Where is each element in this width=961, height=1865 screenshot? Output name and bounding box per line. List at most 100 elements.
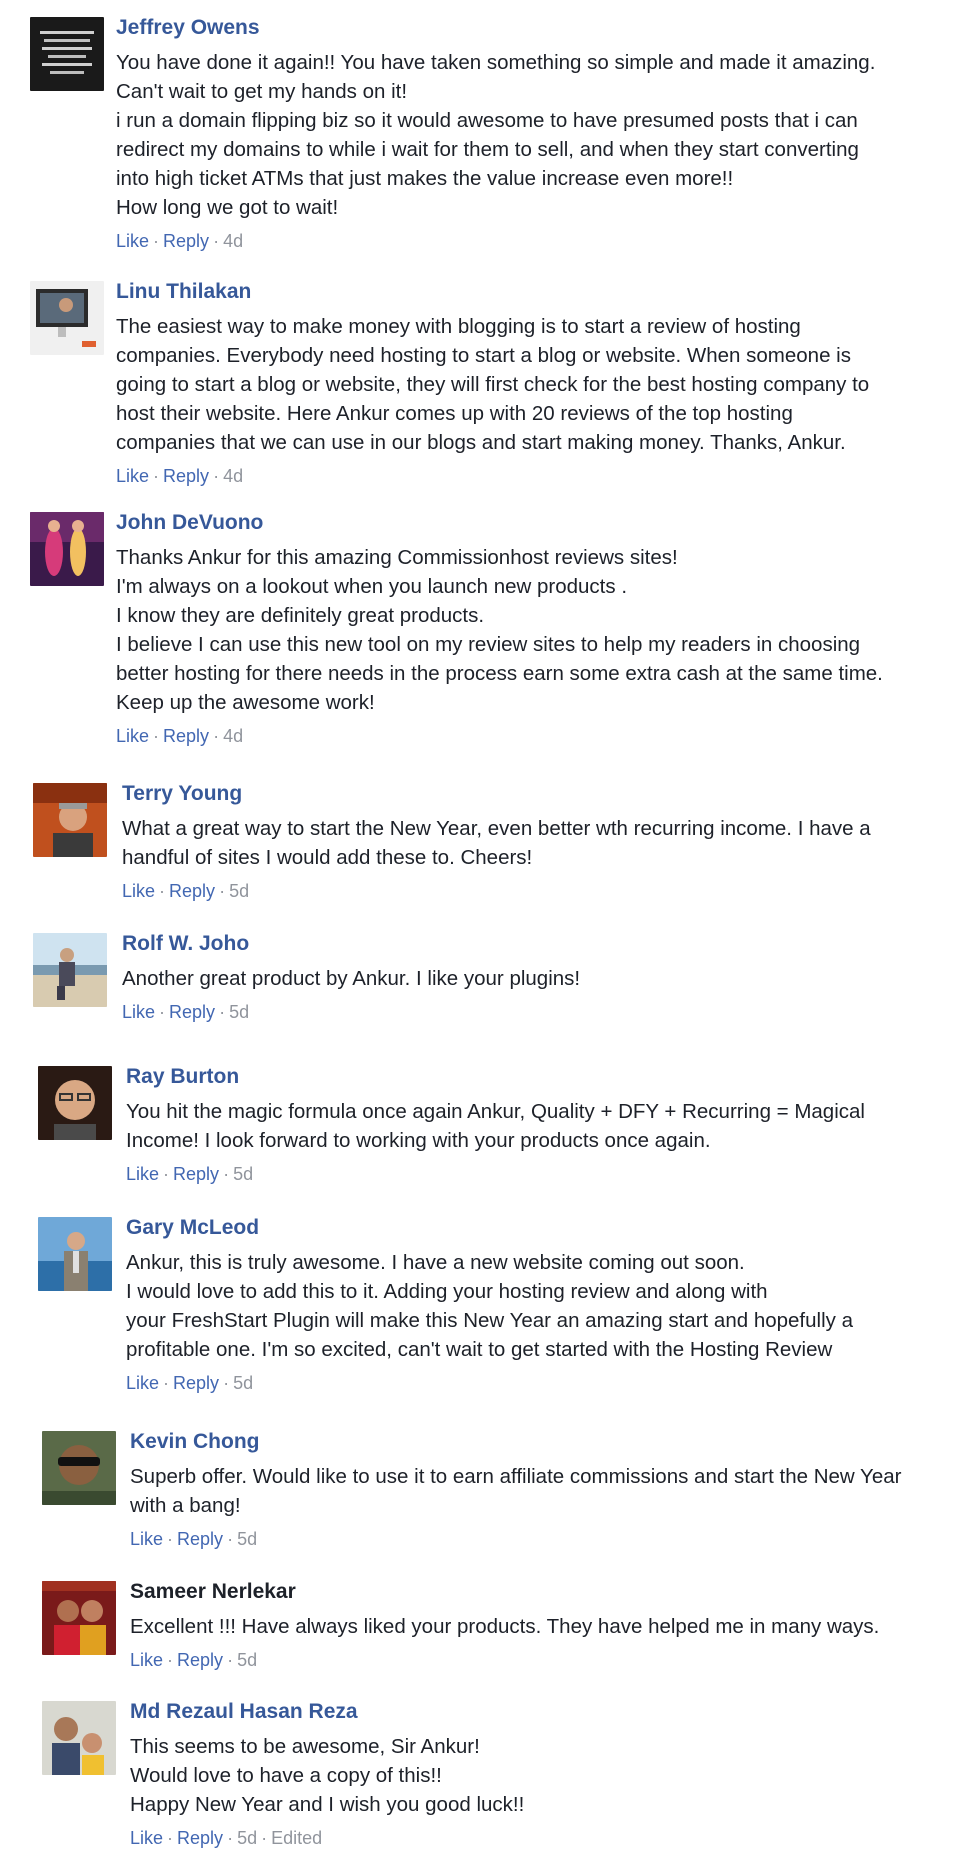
avatar[interactable]: [33, 933, 107, 1007]
separator: ·: [227, 1529, 234, 1549]
comment-body: Md Rezaul Hasan Reza This seems to be aw…: [130, 1699, 961, 1850]
separator: ·: [153, 466, 160, 486]
comment-text-line: Ankur, this is truly awesome. I have a n…: [126, 1251, 745, 1274]
reply-button[interactable]: Reply: [169, 1002, 215, 1022]
timestamp[interactable]: 5d: [233, 1373, 253, 1393]
reply-button[interactable]: Reply: [173, 1373, 219, 1393]
commenter-name[interactable]: Ray Burton: [126, 1064, 239, 1090]
timestamp[interactable]: 4d: [223, 231, 243, 251]
reply-button[interactable]: Reply: [177, 1529, 223, 1549]
comment-body: Gary McLeod Ankur, this is truly awesome…: [126, 1215, 961, 1395]
avatar[interactable]: [30, 512, 104, 586]
separator: ·: [223, 1373, 230, 1393]
commenter-name[interactable]: Rolf W. Joho: [122, 931, 249, 957]
comment-text-line: better hosting for there needs in the pr…: [116, 662, 883, 685]
commenter-name[interactable]: John DeVuono: [116, 510, 263, 536]
reply-button[interactable]: Reply: [163, 231, 209, 251]
reply-button[interactable]: Reply: [163, 466, 209, 486]
comment-text-line: The easiest way to make money with blogg…: [116, 315, 801, 338]
comment-text-line: redirect my domains to while i wait for …: [116, 138, 859, 161]
commenter-name[interactable]: Gary McLeod: [126, 1215, 259, 1241]
comment-body: Sameer Nerlekar Excellent !!! Have alway…: [130, 1579, 961, 1672]
comment-text: Ankur, this is truly awesome. I have a n…: [126, 1248, 961, 1364]
comment-actions: Like · Reply · 5d: [130, 1648, 961, 1672]
comment-text: Excellent !!! Have always liked your pro…: [130, 1612, 961, 1641]
comment-actions: Like · Reply · 5d · Edited: [130, 1826, 961, 1850]
timestamp[interactable]: 5d: [229, 881, 249, 901]
comment-text-line: handful of sites I would add these to. C…: [122, 846, 533, 869]
reply-button[interactable]: Reply: [177, 1650, 223, 1670]
comment-text-line: Keep up the awesome work!: [116, 691, 375, 714]
timestamp[interactable]: 5d: [237, 1529, 257, 1549]
comment-actions: Like · Reply · 5d: [122, 879, 961, 903]
like-button[interactable]: Like: [130, 1529, 163, 1549]
separator: ·: [167, 1650, 174, 1670]
separator: ·: [223, 1164, 230, 1184]
timestamp[interactable]: 5d: [237, 1828, 257, 1848]
like-button[interactable]: Like: [126, 1164, 159, 1184]
timestamp[interactable]: 4d: [223, 466, 243, 486]
comment-text-line: This seems to be awesome, Sir Ankur!: [130, 1735, 480, 1758]
like-button[interactable]: Like: [116, 231, 149, 251]
avatar[interactable]: [42, 1431, 116, 1505]
separator: ·: [163, 1164, 170, 1184]
reply-button[interactable]: Reply: [169, 881, 215, 901]
separator: ·: [213, 466, 220, 486]
comment-text: Thanks Ankur for this amazing Commission…: [116, 543, 961, 717]
like-button[interactable]: Like: [122, 1002, 155, 1022]
comment-body: Ray Burton You hit the magic formula onc…: [126, 1064, 961, 1186]
avatar[interactable]: [30, 281, 104, 355]
comment-text-line: How long we got to wait!: [116, 196, 339, 219]
avatar[interactable]: [38, 1066, 112, 1140]
timestamp[interactable]: 4d: [223, 726, 243, 746]
comment-actions: Like · Reply · 5d: [130, 1527, 961, 1551]
avatar[interactable]: [42, 1581, 116, 1655]
avatar[interactable]: [38, 1217, 112, 1291]
commenter-name[interactable]: Kevin Chong: [130, 1429, 260, 1455]
comment-text-line: Superb offer. Would like to use it to ea…: [130, 1465, 902, 1488]
comment-body: John DeVuono Thanks Ankur for this amazi…: [116, 510, 961, 748]
comment-actions: Like · Reply · 4d: [116, 464, 961, 488]
like-button[interactable]: Like: [122, 881, 155, 901]
reply-button[interactable]: Reply: [173, 1164, 219, 1184]
comment-text-line: i run a domain flipping biz so it would …: [116, 109, 858, 132]
timestamp[interactable]: 5d: [233, 1164, 253, 1184]
comment-text: The easiest way to make money with blogg…: [116, 312, 961, 457]
comment-text-line: You have done it again!! You have taken …: [116, 51, 876, 74]
comment-actions: Like · Reply · 4d: [116, 229, 961, 253]
avatar[interactable]: [42, 1701, 116, 1775]
commenter-name[interactable]: Linu Thilakan: [116, 279, 251, 305]
comment-text-line: Income! I look forward to working with y…: [126, 1129, 711, 1152]
commenter-name[interactable]: Jeffrey Owens: [116, 15, 260, 41]
avatar[interactable]: [33, 783, 107, 857]
like-button[interactable]: Like: [130, 1650, 163, 1670]
separator: ·: [159, 881, 166, 901]
separator: ·: [167, 1529, 174, 1549]
timestamp[interactable]: 5d: [237, 1650, 257, 1670]
separator: ·: [213, 231, 220, 251]
avatar[interactable]: [30, 17, 104, 91]
reply-button[interactable]: Reply: [163, 726, 209, 746]
comment-text: You hit the magic formula once again Ank…: [126, 1097, 961, 1155]
separator: ·: [219, 881, 226, 901]
comment-actions: Like · Reply · 5d: [122, 1000, 961, 1024]
comment-text-line: Would love to have a copy of this!!: [130, 1764, 442, 1787]
comment-text-line: host their website. Here Ankur comes up …: [116, 402, 793, 425]
separator: ·: [261, 1828, 268, 1848]
commenter-name[interactable]: Md Rezaul Hasan Reza: [130, 1699, 358, 1725]
reply-button[interactable]: Reply: [177, 1828, 223, 1848]
comment-actions: Like · Reply · 5d: [126, 1371, 961, 1395]
comment-text-line: Thanks Ankur for this amazing Commission…: [116, 546, 678, 569]
like-button[interactable]: Like: [126, 1373, 159, 1393]
comment-text-line: I know they are definitely great product…: [116, 604, 485, 627]
like-button[interactable]: Like: [116, 466, 149, 486]
edited-label[interactable]: Edited: [271, 1828, 322, 1848]
timestamp[interactable]: 5d: [229, 1002, 249, 1022]
like-button[interactable]: Like: [130, 1828, 163, 1848]
separator: ·: [213, 726, 220, 746]
comment-text-line: Another great product by Ankur. I like y…: [122, 967, 581, 990]
like-button[interactable]: Like: [116, 726, 149, 746]
commenter-name[interactable]: Terry Young: [122, 781, 242, 807]
commenter-name[interactable]: Sameer Nerlekar: [130, 1579, 296, 1605]
comment-text: Another great product by Ankur. I like y…: [122, 964, 961, 993]
